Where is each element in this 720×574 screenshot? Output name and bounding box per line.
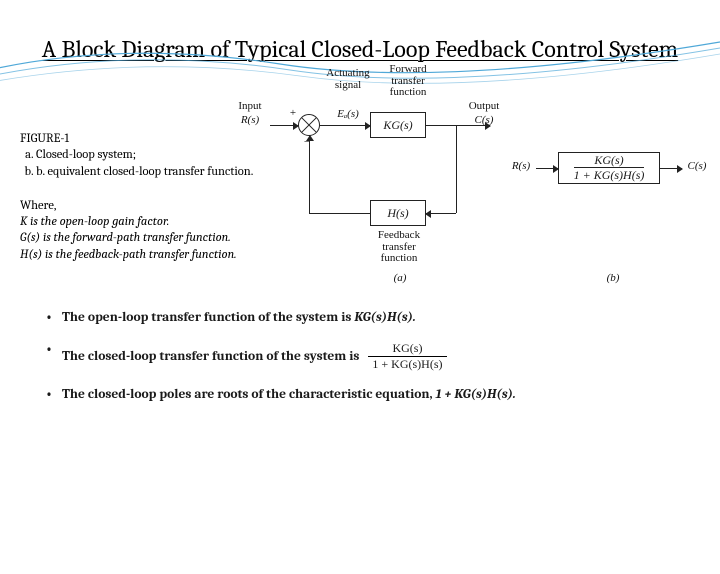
- bullet-list: The open-loop transfer function of the s…: [46, 309, 674, 404]
- bullet-closed-loop: The closed-loop transfer function of the…: [46, 341, 674, 372]
- content-area: FIGURE-1 Closed-loop system; b. equivale…: [0, 70, 720, 404]
- bullet-char-eq: The closed-loop poles are roots of the c…: [46, 386, 674, 404]
- frac-num: KG(s): [594, 154, 623, 167]
- line-h-left: [309, 213, 370, 214]
- label-input: Input: [230, 100, 270, 112]
- label-plus: +: [288, 107, 298, 119]
- label-output: Output: [462, 100, 506, 112]
- closed-loop-frac: KG(s) 1 + KG(s)H(s): [368, 341, 446, 372]
- label-feedback: Feedback transfer function: [364, 230, 434, 265]
- arrow-b-out: [660, 168, 682, 169]
- label-fig-b: (b): [598, 272, 628, 284]
- box-hs: H(s): [370, 200, 426, 226]
- arrow-b-in: [536, 168, 558, 169]
- label-b-rs: R(s): [504, 160, 538, 172]
- slide-title: A Block Diagram of Typical Closed-Loop F…: [40, 34, 680, 64]
- label-cs: C(s): [462, 114, 506, 126]
- label-fig-a: (a): [385, 272, 415, 284]
- block-diagram: Input R(s) + − Actuating signal Eₐ(s) Fo…: [230, 70, 710, 300]
- summing-junction: [298, 114, 320, 136]
- label-ea: Eₐ(s): [328, 108, 368, 120]
- line-tap-down: [456, 125, 457, 213]
- arrow-feedback-up: [309, 136, 310, 213]
- label-forward: Forward transfer function: [378, 64, 438, 99]
- label-rs: R(s): [230, 114, 270, 126]
- label-actuating: Actuating signal: [318, 68, 378, 91]
- diagram-a: Input R(s) + − Actuating signal Eₐ(s) Fo…: [230, 70, 530, 290]
- arrow-ea: [320, 125, 370, 126]
- frac-den: 1 + KG(s)H(s): [574, 167, 645, 182]
- label-b-cs: C(s): [680, 160, 714, 172]
- box-closed-tf: KG(s) 1 + KG(s)H(s): [558, 152, 660, 184]
- arrow-input: [270, 125, 298, 126]
- arrow-to-h: [426, 213, 456, 214]
- box-kg: KG(s): [370, 112, 426, 138]
- bullet-open-loop: The open-loop transfer function of the s…: [46, 309, 674, 327]
- diagram-b: R(s) KG(s) 1 + KG(s)H(s) C(s) (b): [540, 150, 710, 210]
